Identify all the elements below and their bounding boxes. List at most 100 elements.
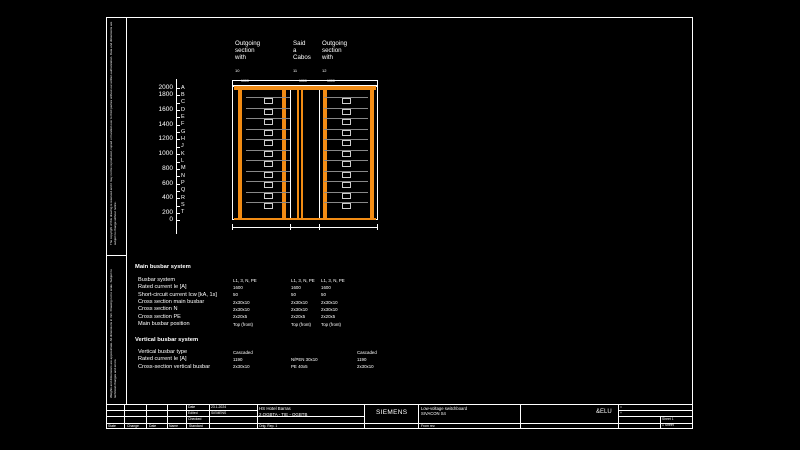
- compartment-divider: [246, 128, 290, 130]
- document-code: &ELU: [596, 409, 612, 415]
- feeder-unit: [342, 182, 351, 188]
- base-dimension-line: [232, 227, 378, 228]
- table-cell: 50: [291, 292, 296, 298]
- compartment-divider: [324, 149, 368, 151]
- table-cell: 1190: [357, 357, 367, 363]
- table-cell: 2x30x10: [233, 299, 250, 305]
- section-number-3: 12: [322, 68, 327, 73]
- feeder-unit: [264, 171, 273, 178]
- table-row-label: Cross section main busbar: [138, 298, 205, 305]
- scale-tick: [176, 183, 180, 185]
- table-cell: 2x30x10: [233, 364, 250, 370]
- vertical-busbar-4: [370, 90, 374, 220]
- feeder-unit: [342, 161, 351, 167]
- feeder-unit: [264, 150, 273, 157]
- scale-tick: [176, 95, 180, 97]
- plate-label-3: 1000: [327, 79, 335, 83]
- section-title-1: Outgoing section with: [235, 40, 261, 61]
- margin-divider: [106, 255, 127, 256]
- feeder-unit: [264, 161, 273, 167]
- compartment-divider: [246, 107, 290, 109]
- table-cell: 2x30x10: [291, 307, 308, 312]
- scale-row-letter: E: [181, 113, 185, 120]
- project-name: HS Hotel Barras: [259, 406, 291, 411]
- col-standard: Standard: [189, 424, 203, 428]
- compartment-divider: [246, 191, 290, 193]
- scale-row-letter: K: [181, 150, 185, 157]
- feeder-unit: [342, 140, 351, 146]
- feeder-unit: [342, 192, 351, 199]
- table-cell: Top (front): [321, 321, 342, 327]
- table-cell: Cascaded: [233, 349, 253, 355]
- sheet-marker-equals: =: [620, 405, 622, 409]
- table-cell: 1600: [291, 285, 301, 291]
- compartment-divider: [246, 170, 290, 172]
- scale-row-letter: S: [181, 202, 185, 209]
- table-row-label: Vertical busbar type: [138, 349, 188, 355]
- scale-value-label: 1000: [158, 150, 173, 158]
- table-cell: 2x30x10: [321, 307, 338, 312]
- scale-value-label: 400: [162, 194, 173, 202]
- feeder-unit: [264, 119, 273, 125]
- vertical-busbar-heading: Vertical busbar system: [135, 337, 199, 343]
- feeder-unit: [264, 98, 273, 104]
- compartment-divider: [324, 139, 368, 140]
- feeder-unit: [342, 150, 351, 157]
- compartment-divider: [246, 181, 290, 182]
- dimension-tick-2: [290, 224, 291, 230]
- table-cell: L1, 3, N, PE: [291, 277, 315, 283]
- drawing-ref: Orig. Rep. 1: [259, 424, 278, 428]
- from-rev-label: From rev.: [421, 424, 436, 428]
- table-row-label: Rated current Ie [A]: [138, 356, 187, 363]
- compartment-divider: [324, 170, 368, 172]
- dimension-tick-3: [319, 224, 320, 230]
- table-cell: 2x20x5: [291, 314, 306, 320]
- table-row-label: Cross section PE: [138, 313, 181, 320]
- col-name: Name: [169, 424, 179, 428]
- cable-busbar-2: [301, 90, 303, 220]
- compartment-divider: [246, 160, 290, 161]
- scale-value-label: 1800: [158, 91, 173, 99]
- scale-row-letter: G: [181, 128, 186, 135]
- scale-tick: [176, 161, 180, 163]
- sheet-marker-plus: +: [620, 411, 622, 415]
- main-busbar: [234, 86, 376, 90]
- date-label: Date: [188, 405, 196, 409]
- scale-tick: [176, 154, 180, 156]
- cabinet-divider-1: [290, 86, 291, 220]
- scale-value-label: 1600: [158, 106, 173, 114]
- scale-tick: [176, 102, 180, 104]
- plate-label-1: 1000: [241, 79, 249, 83]
- feeder-unit: [264, 203, 273, 209]
- scale-value-label: 1400: [158, 120, 173, 128]
- margin-note-top: The copyright of this drawing is reserve…: [109, 21, 117, 245]
- feeder-unit: [342, 171, 351, 178]
- scale-row-letter: Q: [181, 187, 186, 194]
- date-value: 23.1.2024: [211, 405, 227, 409]
- col-state: State: [108, 424, 116, 428]
- scale-row-letter: H: [181, 135, 185, 142]
- table-cell: 1600: [321, 285, 331, 291]
- scale-tick: [176, 205, 180, 207]
- scale-row-letter: N: [181, 172, 185, 179]
- section-title-2: Said a Cabos: [293, 40, 311, 61]
- sheet-number: Sheet 1: [662, 417, 674, 421]
- scale-row-letter: B: [181, 91, 185, 98]
- table-row-label: Busbar system: [138, 277, 175, 283]
- scale-value-label: 600: [162, 179, 173, 187]
- vertical-busbar-3: [323, 90, 327, 220]
- table-cell: Top (front): [291, 321, 312, 327]
- table-cell: PE 40x5: [291, 364, 308, 370]
- edited-value: SIEMENS: [211, 411, 227, 415]
- dimension-tick-1: [232, 224, 233, 230]
- cabinet-outline: [232, 86, 378, 220]
- table-cell: Cascaded: [357, 349, 377, 355]
- table-row-label: Cross-section vertical busbar: [138, 363, 211, 370]
- scale-tick: [176, 110, 180, 112]
- table-cell: 50: [321, 292, 326, 298]
- vertical-busbar-2: [282, 90, 286, 220]
- scale-tick: [176, 132, 180, 134]
- scale-tick: [176, 212, 180, 214]
- margin-note-bottom: Weights and dimensions are approximate. …: [109, 269, 117, 398]
- project-code: 2.QGBTA - TIE - QGBTB: [259, 412, 308, 417]
